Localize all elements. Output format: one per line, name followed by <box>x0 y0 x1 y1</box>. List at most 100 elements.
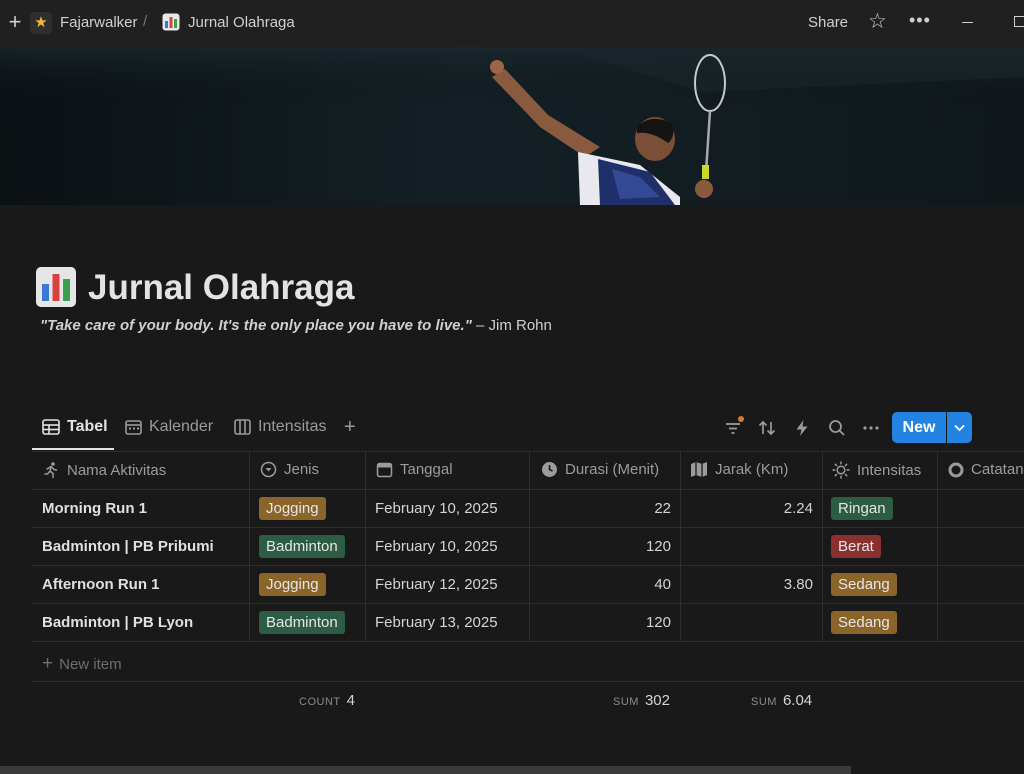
sun-icon <box>832 461 850 479</box>
quote-text: "Take care of your body. It's the only p… <box>40 317 472 334</box>
tanggal-cell[interactable]: February 10, 2025 <box>375 500 498 517</box>
breadcrumb-page[interactable]: Jurnal Olahraga <box>188 14 295 31</box>
table-row-border <box>32 641 1024 642</box>
durasi-cell[interactable]: 120 <box>540 614 671 631</box>
column-header-intensitas[interactable]: Intensitas <box>832 461 921 479</box>
new-item-label: New item <box>59 656 122 673</box>
sum-value: 302 <box>644 692 670 709</box>
durasi-cell[interactable]: 40 <box>540 576 671 593</box>
horizontal-scrollbar[interactable] <box>0 766 851 774</box>
new-item-row[interactable]: + New item <box>42 653 122 675</box>
column-header-label: Intensitas <box>857 461 922 479</box>
clock-icon <box>542 462 557 477</box>
table-row-border <box>32 603 1024 604</box>
count-label: COUNT <box>299 696 341 708</box>
activity-name[interactable]: Morning Run 1 <box>42 500 147 517</box>
tab-intensitas-label: Intensitas <box>258 418 327 435</box>
jenis-tag[interactable]: Jogging <box>259 497 326 520</box>
column-divider <box>365 451 366 641</box>
sum-label: SUM <box>751 696 777 708</box>
select-icon <box>260 461 277 478</box>
calendar-icon <box>125 420 142 435</box>
intensitas-tag[interactable]: Sedang <box>831 611 897 634</box>
column-header-durasi[interactable]: Durasi (Menit) <box>541 461 659 478</box>
new-tab-plus-icon[interactable]: + <box>5 11 25 33</box>
calendar-icon <box>376 462 393 478</box>
column-header-tanggal[interactable]: Tanggal <box>376 461 453 478</box>
breadcrumb-separator: / <box>143 13 148 30</box>
column-header-label: Tanggal <box>400 461 453 478</box>
column-header-catatan[interactable]: Catatan <box>948 461 1024 478</box>
sort-icon[interactable] <box>757 418 777 438</box>
new-dropdown-chevron-icon[interactable] <box>947 412 972 443</box>
column-header-jarak[interactable]: Jarak (Km) <box>690 461 788 478</box>
durasi-sum-calculation[interactable]: SUM 302 <box>613 692 670 709</box>
workspace-star-icon[interactable]: ★ <box>30 12 52 34</box>
favorite-star-icon[interactable]: ☆ <box>868 11 890 33</box>
quote-author: – Jim Rohn <box>471 317 552 334</box>
filter-active-dot <box>738 416 744 422</box>
activity-name[interactable]: Afternoon Run 1 <box>42 576 160 593</box>
status-icon <box>948 462 964 477</box>
runner-icon <box>44 462 58 479</box>
column-divider <box>822 451 823 641</box>
new-button[interactable]: New <box>892 412 946 443</box>
durasi-cell[interactable]: 22 <box>540 500 671 517</box>
tab-intensitas[interactable]: Intensitas <box>234 418 326 436</box>
count-calculation[interactable]: COUNT 4 <box>299 692 355 709</box>
jenis-tag[interactable]: Badminton <box>259 535 345 558</box>
sum-label: SUM <box>613 696 639 708</box>
tab-kalender[interactable]: Kalender <box>125 418 213 436</box>
bar-chart-icon[interactable] <box>35 266 77 308</box>
intensitas-tag[interactable]: Berat <box>831 535 881 558</box>
table-top-border <box>32 451 1024 452</box>
tab-kalender-label: Kalender <box>149 418 214 435</box>
column-divider <box>937 451 938 641</box>
tanggal-cell[interactable]: February 10, 2025 <box>375 538 498 555</box>
column-header-label: Jarak (Km) <box>715 461 789 478</box>
table-header-border <box>32 489 1024 490</box>
more-options-icon[interactable]: ••• <box>909 10 931 31</box>
intensitas-tag[interactable]: Sedang <box>831 573 897 596</box>
board-icon <box>234 419 251 435</box>
table-footer-border <box>32 681 1024 682</box>
column-header-label: Nama Aktivitas <box>67 461 167 479</box>
table-row-border <box>32 565 1024 566</box>
table-icon <box>42 419 60 435</box>
share-button[interactable]: Share <box>808 14 848 31</box>
durasi-cell[interactable]: 120 <box>540 538 671 555</box>
minimize-window-icon[interactable] <box>962 22 973 23</box>
column-divider <box>529 451 530 641</box>
jarak-sum-calculation[interactable]: SUM 6.04 <box>751 692 812 709</box>
breadcrumb-workspace[interactable]: Fajarwalker <box>60 14 138 31</box>
more-options-icon[interactable] <box>861 418 881 438</box>
automation-lightning-icon[interactable] <box>792 418 812 438</box>
jarak-cell[interactable]: 3.80 <box>690 576 813 593</box>
column-header-label: Catatan <box>971 461 1024 478</box>
jenis-tag[interactable]: Badminton <box>259 611 345 634</box>
jenis-tag[interactable]: Jogging <box>259 573 326 596</box>
intensitas-tag[interactable]: Ringan <box>831 497 893 520</box>
tanggal-cell[interactable]: February 13, 2025 <box>375 614 498 631</box>
bar-chart-icon <box>162 13 180 31</box>
jarak-cell[interactable]: 2.24 <box>690 500 813 517</box>
maximize-window-icon[interactable] <box>1014 16 1024 27</box>
page-title[interactable]: Jurnal Olahraga <box>88 268 354 308</box>
column-header-label: Durasi (Menit) <box>565 461 660 478</box>
tab-tabel[interactable]: Tabel <box>42 418 108 436</box>
activity-name[interactable]: Badminton | PB Pribumi <box>42 538 214 555</box>
activity-name[interactable]: Badminton | PB Lyon <box>42 614 193 631</box>
tanggal-cell[interactable]: February 12, 2025 <box>375 576 498 593</box>
page-quote[interactable]: "Take care of your body. It's the only p… <box>40 317 552 334</box>
column-header-jenis[interactable]: Jenis <box>260 461 319 478</box>
column-header-nama-aktivitas[interactable]: Nama Aktivitas <box>42 461 166 479</box>
add-view-plus-icon[interactable]: + <box>344 416 356 439</box>
count-value: 4 <box>346 692 355 709</box>
column-header-label: Jenis <box>284 461 320 478</box>
active-tab-indicator <box>32 448 114 450</box>
column-divider <box>680 451 681 641</box>
map-icon <box>691 462 707 477</box>
plus-icon: + <box>42 653 54 674</box>
search-icon[interactable] <box>827 418 847 438</box>
sum-value: 6.04 <box>782 692 813 709</box>
